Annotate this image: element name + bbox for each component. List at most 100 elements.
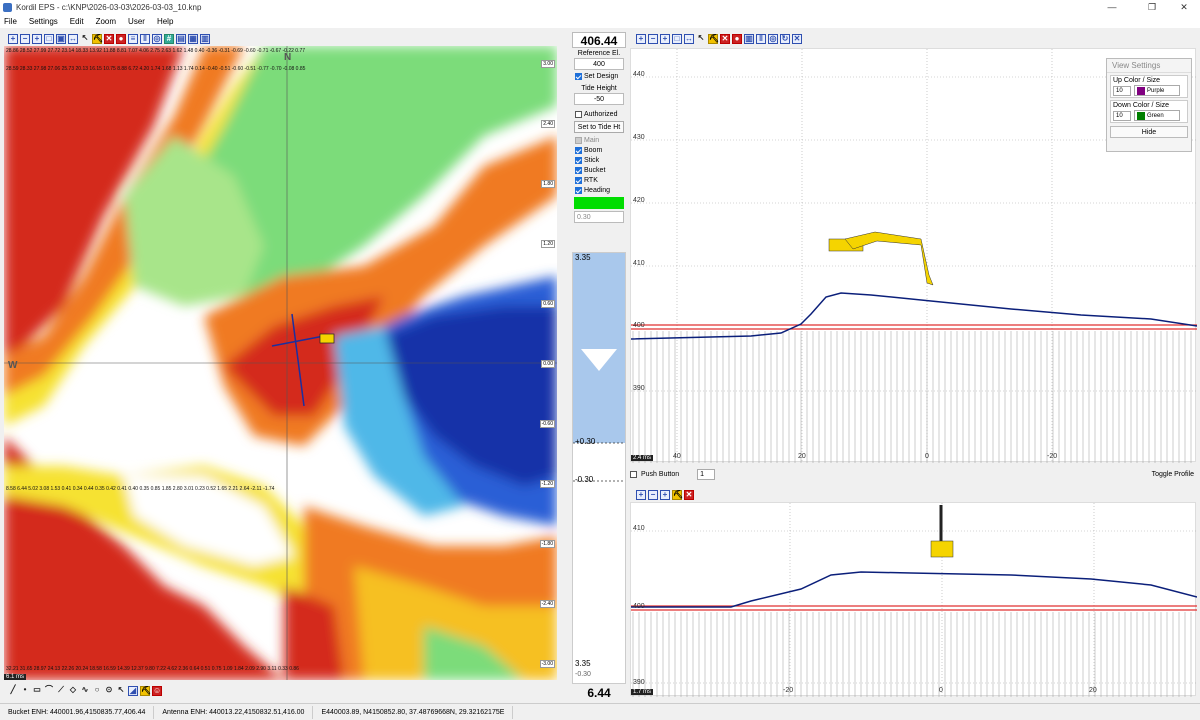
push-value-stepper[interactable]: 1	[697, 468, 716, 480]
zoom-in-alt-icon[interactable]: +	[32, 34, 42, 44]
scale-mark: 1.20	[541, 240, 555, 248]
menu-user[interactable]: User	[128, 17, 145, 26]
menu-zoom[interactable]: Zoom	[96, 17, 116, 26]
rect-tool-icon[interactable]: ▭	[32, 686, 42, 696]
down-size-stepper[interactable]: 10	[1113, 110, 1131, 121]
layer-boom-checkbox[interactable]: Boom	[572, 145, 626, 155]
circle-tool-icon[interactable]: ○	[92, 686, 102, 696]
zoom-in-icon[interactable]: +	[636, 490, 646, 500]
current-elevation: 406.44	[572, 32, 626, 48]
checkbox-icon	[575, 186, 582, 194]
profile2-y-tick: 390	[633, 679, 645, 686]
stop-icon[interactable]: ✕	[684, 490, 694, 500]
menu-file[interactable]: File	[4, 17, 17, 26]
tolerance-select[interactable]: 0.30	[574, 211, 624, 223]
excavator-tool-icon[interactable]: ⛏	[140, 686, 151, 696]
depth-readout: 6.44	[587, 686, 611, 700]
pan-icon[interactable]: ↔	[684, 34, 694, 44]
poly-tool-icon[interactable]: ⌒	[44, 686, 54, 696]
set-design-checkbox[interactable]: Set Design	[572, 71, 626, 81]
up-color-label: Up Color / Size	[1113, 77, 1161, 84]
curve-tool-icon[interactable]: ∿	[80, 686, 90, 696]
target-tool-icon[interactable]: ⊙	[104, 686, 114, 696]
grid-icon[interactable]: ▥	[744, 34, 754, 44]
layer-heading-checkbox[interactable]: Heading	[572, 185, 626, 195]
down-color-select[interactable]: Green	[1134, 110, 1180, 121]
cross-icon[interactable]: ✕	[792, 34, 802, 44]
menu-settings[interactable]: Settings	[29, 17, 58, 26]
scale-mark: -1.20	[539, 480, 555, 488]
heatmap-canvas[interactable]	[4, 46, 557, 680]
print-icon[interactable]: ▦	[188, 34, 198, 44]
minimize-button[interactable]: —	[1096, 0, 1128, 14]
export-icon[interactable]: ▥	[200, 34, 210, 44]
title-bar: Kordil EPS - c:\KNP\2026-03-03\2026-03-0…	[0, 0, 1200, 14]
layer-rtk-checkbox[interactable]: RTK	[572, 175, 626, 185]
zoom-window-icon[interactable]: ▣	[56, 34, 66, 44]
set-tide-button[interactable]: Set to Tide Ht	[574, 121, 624, 133]
zoom-in-icon[interactable]: +	[8, 34, 18, 44]
stop-icon[interactable]: ✕	[104, 34, 114, 44]
excavator-icon[interactable]: ⛏	[92, 34, 103, 44]
layers-icon[interactable]: ≡	[128, 34, 138, 44]
reference-elevation-input[interactable]: 400	[574, 58, 624, 70]
layer-bucket-checkbox[interactable]: Bucket	[572, 165, 626, 175]
cell-row-2: 8.58 6.44 5.02 3.08 1.53 0.41 0.34 0.44 …	[6, 486, 275, 492]
grid-icon[interactable]: #	[164, 34, 174, 44]
path-tool-icon[interactable]: ⟋	[56, 686, 66, 696]
pan-icon[interactable]: ↔	[68, 34, 78, 44]
zoom-fit-icon[interactable]: □	[672, 34, 682, 44]
close-button[interactable]: ✕	[1168, 0, 1200, 14]
authorized-checkbox[interactable]: Authorized	[572, 109, 626, 119]
line-tool-icon[interactable]: ╱	[8, 686, 18, 696]
pause-icon[interactable]: ‖	[140, 34, 150, 44]
globe-icon[interactable]: ◎	[152, 34, 162, 44]
menu-help[interactable]: Help	[157, 17, 173, 26]
stop-icon[interactable]: ✕	[720, 34, 730, 44]
map-layer-icon[interactable]: ▤	[176, 34, 186, 44]
person-tool-icon[interactable]: ☺	[152, 686, 162, 696]
up-size-stepper[interactable]: 10	[1113, 85, 1131, 96]
bucket-enh: Bucket ENH: 440001.96,4150835.77,406.44	[0, 705, 155, 719]
shape-tool-icon[interactable]: ◇	[68, 686, 78, 696]
record-icon[interactable]: ●	[116, 34, 126, 44]
pause-icon[interactable]: ‖	[756, 34, 766, 44]
select-icon[interactable]: ↖	[80, 34, 90, 44]
up-color-select[interactable]: Purple	[1134, 85, 1180, 96]
zoom-in-alt-icon[interactable]: +	[660, 34, 670, 44]
profile2-toolbar: + − + ⛏ ✕	[632, 488, 832, 502]
tide-height-input[interactable]: -50	[574, 93, 624, 105]
zoom-out-icon[interactable]: −	[648, 490, 658, 500]
record-icon[interactable]: ●	[732, 34, 742, 44]
grade-tool-icon[interactable]: ◢	[128, 686, 138, 696]
profile2-y-tick: 400	[633, 603, 645, 610]
select-icon[interactable]: ↖	[696, 34, 706, 44]
push-button-checkbox[interactable]	[630, 470, 637, 478]
layer-stick-checkbox[interactable]: Stick	[572, 155, 626, 165]
toggle-profile-button[interactable]: Toggle Profile	[1152, 471, 1194, 478]
dot-tool-icon[interactable]: •	[20, 686, 30, 696]
excavator-icon[interactable]: ⛏	[708, 34, 719, 44]
excavator-icon[interactable]: ⛏	[672, 490, 683, 500]
profile-x-tick: 40	[673, 453, 681, 460]
front-profile-view[interactable]: 410 400 390 -20 0 20 1.7 ms	[630, 502, 1197, 697]
maximize-button[interactable]: ❐	[1136, 0, 1168, 14]
layer-main-checkbox[interactable]: Main	[572, 135, 626, 145]
checkbox-icon	[575, 136, 582, 144]
menu-edit[interactable]: Edit	[70, 17, 84, 26]
zoom-fit-icon[interactable]: □	[44, 34, 54, 44]
heatmap-panel[interactable]: 28.86 28.52 27.99 27.72 23.14 18.33 13.9…	[4, 46, 557, 680]
authorized-label: Authorized	[584, 110, 618, 118]
gauge-plus-tolerance: +0.30	[575, 437, 596, 446]
push-button-label: Push Button	[641, 470, 680, 478]
zoom-in-alt-icon[interactable]: +	[660, 490, 670, 500]
profile-toolbar: + − + □ ↔ ↖ ⛏ ✕ ● ▥ ‖ ◎ ↻ ✕	[632, 32, 1192, 46]
globe-icon[interactable]: ◎	[768, 34, 778, 44]
sync-icon[interactable]: ↻	[780, 34, 790, 44]
zoom-in-icon[interactable]: +	[636, 34, 646, 44]
cursor-tool-icon[interactable]: ↖	[116, 686, 126, 696]
hide-button[interactable]: Hide	[1110, 126, 1188, 138]
cursor-coordinates: E440003.89, N4150852.80, 37.48769668N, 2…	[313, 705, 514, 719]
zoom-out-icon[interactable]: −	[20, 34, 30, 44]
zoom-out-icon[interactable]: −	[648, 34, 658, 44]
